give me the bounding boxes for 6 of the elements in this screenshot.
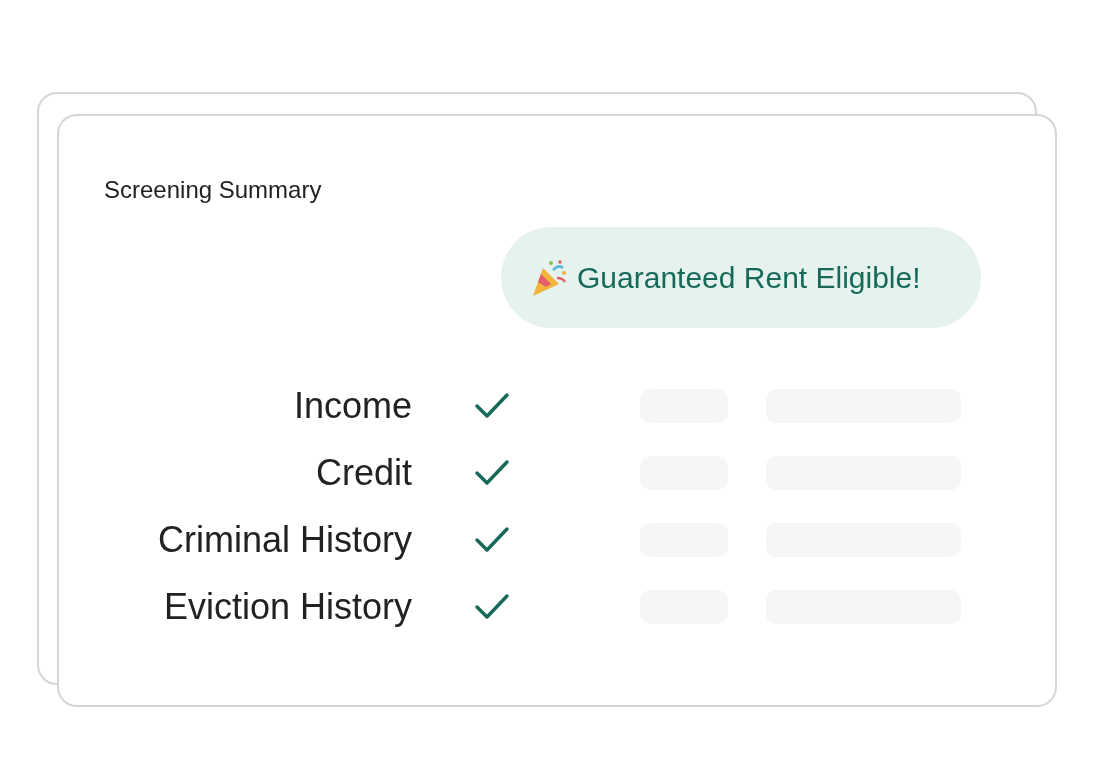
criterion-label: Criminal History [157,518,412,561]
badge-label: Guaranteed Rent Eligible! [577,260,921,295]
criterion-label: Credit [315,451,412,494]
criterion-label: Income [293,384,412,427]
criterion-label: Eviction History [163,585,412,628]
card-title: Screening Summary [104,175,322,205]
